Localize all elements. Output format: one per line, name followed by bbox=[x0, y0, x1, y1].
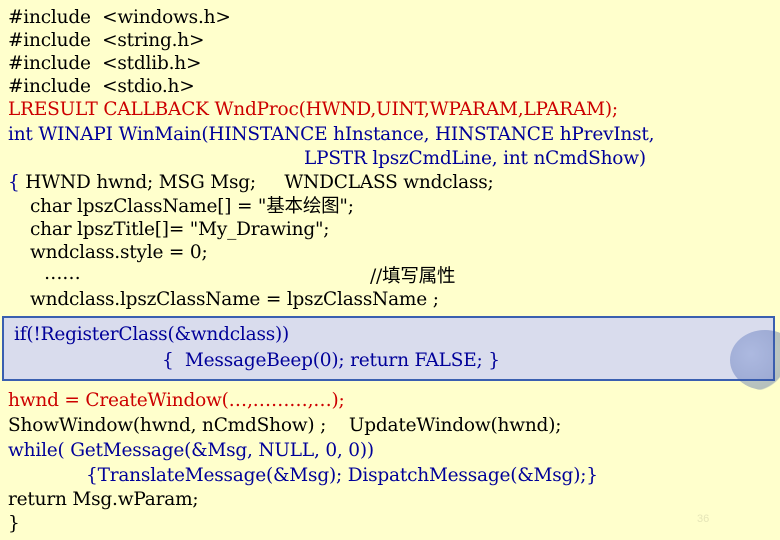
return-line: return Msg.wParam; bbox=[8, 489, 199, 510]
register-class-highlight: if(!RegisterClass(&wndclass)) { MessageB… bbox=[2, 316, 775, 381]
slide: #include <windows.h> #include <string.h>… bbox=[0, 0, 780, 540]
page-number: 36 bbox=[697, 513, 710, 525]
register-fail-line: { MessageBeep(0); return FALSE; } bbox=[162, 350, 500, 371]
include-stdio-line: #include <stdio.h> bbox=[8, 76, 195, 97]
title-decl-line: char lpszTitle[]= "My_Drawing"; bbox=[30, 219, 330, 240]
show-update-window-line: ShowWindow(hwnd, nCmdShow) ; UpdateWindo… bbox=[8, 415, 562, 436]
translate-dispatch-line: {TranslateMessage(&Msg); DispatchMessage… bbox=[86, 465, 598, 486]
include-string-line: #include <string.h> bbox=[8, 30, 205, 51]
wndclass-classname-line: wndclass.lpszClassName = lpszClassName ; bbox=[30, 289, 439, 310]
message-loop-line: while( GetMessage(&Msg, NULL, 0, 0)) bbox=[8, 440, 374, 461]
create-window-line: hwnd = CreateWindow(…,………,…); bbox=[8, 390, 345, 411]
ellipsis-line: …… bbox=[44, 263, 81, 284]
close-brace-line: } bbox=[8, 513, 20, 534]
variable-declarations-line: { HWND hwnd; MSG Msg; WNDCLASS wndclass; bbox=[8, 172, 494, 194]
open-brace: { bbox=[8, 172, 26, 193]
wndproc-declaration-line: LRESULT CALLBACK WndProc(HWND,UINT,WPARA… bbox=[8, 99, 618, 120]
hwnd-msg-wndclass-decl: HWND hwnd; MSG Msg; WNDCLASS wndclass; bbox=[25, 172, 494, 193]
classname-decl-line: char lpszClassName[] = "基本绘图"; bbox=[30, 196, 354, 217]
include-stdlib-line: #include <stdlib.h> bbox=[8, 53, 202, 74]
winmain-params-line: LPSTR lpszCmdLine, int nCmdShow) bbox=[304, 148, 646, 169]
register-class-line: if(!RegisterClass(&wndclass)) bbox=[14, 324, 290, 345]
include-windows-line: #include <windows.h> bbox=[8, 7, 231, 28]
winmain-signature-line: int WINAPI WinMain(HINSTANCE hInstance, … bbox=[8, 124, 655, 145]
wndclass-style-line: wndclass.style = 0; bbox=[30, 242, 208, 263]
fill-attributes-comment: //填写属性 bbox=[370, 266, 456, 287]
